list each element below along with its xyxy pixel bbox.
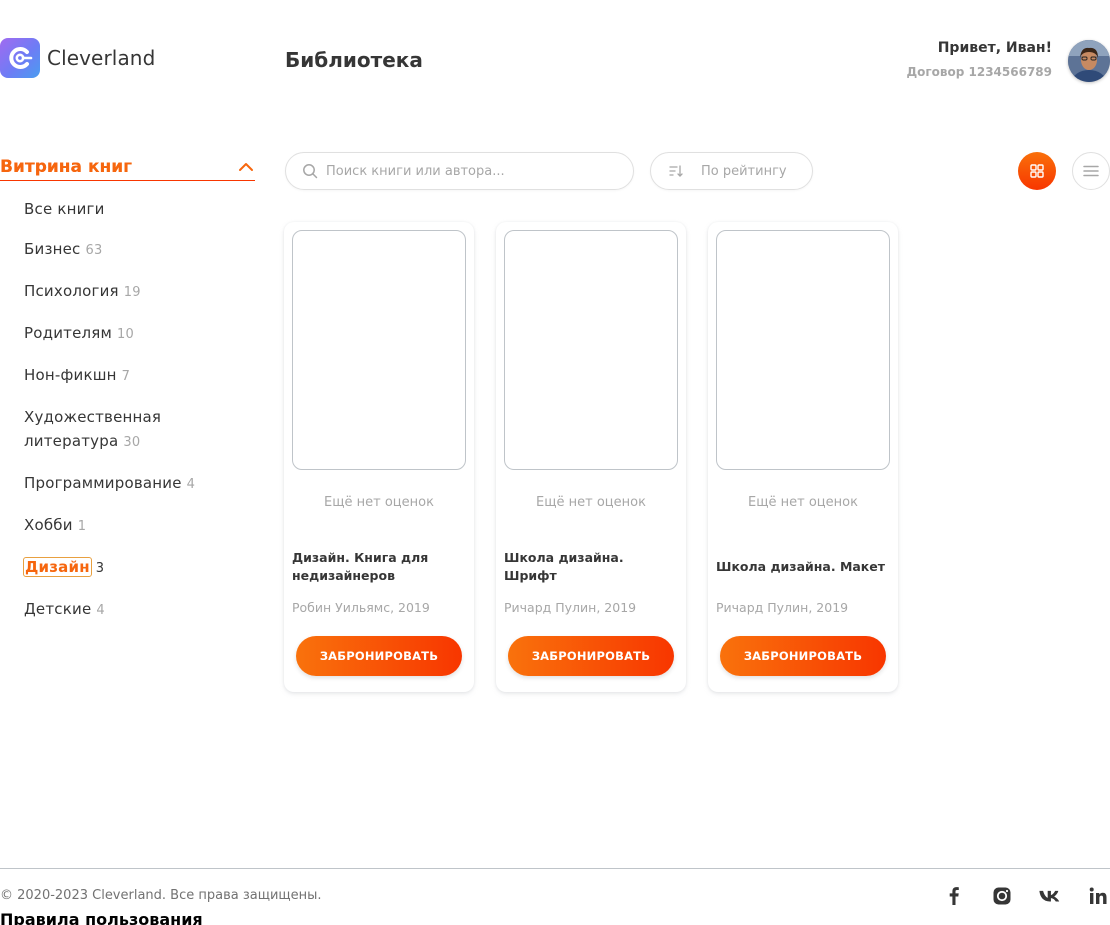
sidebar-section-title: Витрина книг (0, 156, 133, 177)
sort-label: По рейтингу (701, 163, 787, 179)
list-view-button[interactable] (1072, 152, 1110, 190)
book-rating: Ещё нет оценок (748, 495, 858, 510)
book-reserve-button[interactable]: ЗАБРОНИРОВАТЬ (296, 636, 462, 676)
sidebar: Витрина книг Все книги Бизнес 63 Психолог… (0, 153, 255, 639)
sidebar-item-count: 1 (77, 519, 87, 534)
linkedin-icon[interactable] (1086, 884, 1110, 908)
sidebar-item-parents[interactable]: Родителям 10 (0, 321, 255, 347)
book-rating: Ещё нет оценок (536, 495, 646, 510)
sort-icon (669, 165, 683, 177)
page-title: Библиотека (285, 48, 423, 72)
sidebar-item-label: Бизнес (24, 240, 81, 258)
book-title: Школа дизайна. Макет (716, 559, 886, 574)
book-author: Ричард Пулин, 2019 (504, 600, 637, 615)
sidebar-item-hobby[interactable]: Хобби 1 (0, 513, 255, 539)
logo-text: Cleverland (47, 46, 156, 70)
sidebar-item-label: Все книги (24, 200, 105, 218)
book-reserve-button[interactable]: ЗАБРОНИРОВАТЬ (508, 636, 674, 676)
sidebar-item-count: 4 (186, 477, 196, 492)
sidebar-item-non-fiction[interactable]: Нон-фикшн 7 (0, 363, 255, 389)
book-cover (504, 230, 678, 470)
sidebar-item-label: Хобби (24, 516, 73, 534)
grid-view-icon (1030, 164, 1044, 178)
logo-c-icon (0, 38, 40, 78)
sidebar-item-label: Художественная литература (24, 408, 162, 450)
user-greeting: Привет, Иван! (937, 40, 1052, 56)
sidebar-item-count: 30 (123, 435, 141, 450)
book-author: Робин Уильямс, 2019 (292, 600, 430, 615)
page: Cleverland Библиотека Привет, Иван! Дого… (0, 0, 1110, 925)
sidebar-item-count: 4 (96, 603, 105, 618)
book-title: Дизайн. Книга для недизайнеров (292, 550, 429, 583)
footer-copyright: © 2020-2023 Cleverland. Все права защище… (0, 888, 322, 903)
book-author: Ричард Пулин, 2019 (716, 600, 849, 615)
sidebar-item-label: Дизайн (23, 557, 92, 577)
category-list: Все книги Бизнес 63 Психология 19 Родителя… (0, 197, 255, 623)
instagram-icon[interactable] (990, 884, 1014, 908)
search-input[interactable] (326, 163, 616, 179)
sidebar-item-count: 10 (117, 327, 134, 342)
logo[interactable]: Cleverland (0, 38, 155, 78)
sidebar-item-label: Родителям (24, 324, 113, 342)
book-card[interactable]: Ещё нет оценок Школа дизайна. Шрифт Рича… (496, 222, 686, 692)
sidebar-item-business[interactable]: Бизнес 63 (0, 237, 255, 263)
sidebar-item-kids[interactable]: Детские 4 (0, 597, 255, 623)
book-card[interactable]: Ещё нет оценок Школа дизайна. Макет Рича… (708, 222, 898, 692)
sidebar-item-fiction[interactable]: Художественная литература 30 (0, 405, 200, 455)
list-view-icon (1083, 165, 1099, 177)
book-cover (716, 230, 890, 470)
social-links (942, 884, 1110, 908)
user-info: Привет, Иван! Договор 1234566789 (906, 40, 1052, 79)
sidebar-item-programming[interactable]: Программирование 4 (0, 471, 255, 497)
chevron-up-icon (239, 162, 253, 171)
sidebar-item-label: Программирование (24, 474, 182, 492)
grid-view-button[interactable] (1018, 152, 1056, 190)
facebook-icon[interactable] (942, 884, 966, 908)
sidebar-item-count: 63 (85, 243, 103, 258)
vk-icon[interactable] (1038, 884, 1062, 908)
avatar[interactable] (1068, 40, 1110, 82)
sidebar-item-psychology[interactable]: Психология 19 (0, 279, 255, 305)
sidebar-item-label: Детские (24, 600, 92, 618)
sidebar-item-count: 19 (123, 285, 141, 300)
book-reserve-button[interactable]: ЗАБРОНИРОВАТЬ (720, 636, 886, 676)
sidebar-item-label: Нон-фикшн (24, 366, 117, 384)
sidebar-item-count: 7 (121, 369, 131, 384)
book-title: Школа дизайна. Шрифт (504, 550, 624, 583)
sidebar-item-label: Психология (24, 282, 119, 300)
footer-divider (0, 868, 1110, 869)
sidebar-item-all-books[interactable]: Все книги (0, 197, 255, 221)
footer-rules-link[interactable]: Правила пользования (0, 910, 203, 925)
search-icon (303, 164, 318, 179)
sidebar-item-count: 3 (95, 561, 105, 576)
user-contract: Договор 1234566789 (906, 65, 1052, 79)
sort-button[interactable]: По рейтингу (650, 152, 813, 190)
book-card[interactable]: Ещё нет оценок Дизайн. Книга для недизай… (284, 222, 474, 692)
book-cover (292, 230, 466, 470)
sidebar-section-header[interactable]: Витрина книг (0, 153, 255, 181)
sidebar-item-design[interactable]: Дизайн 3 (0, 555, 255, 581)
book-rating: Ещё нет оценок (324, 495, 434, 510)
search-box[interactable] (285, 152, 634, 190)
